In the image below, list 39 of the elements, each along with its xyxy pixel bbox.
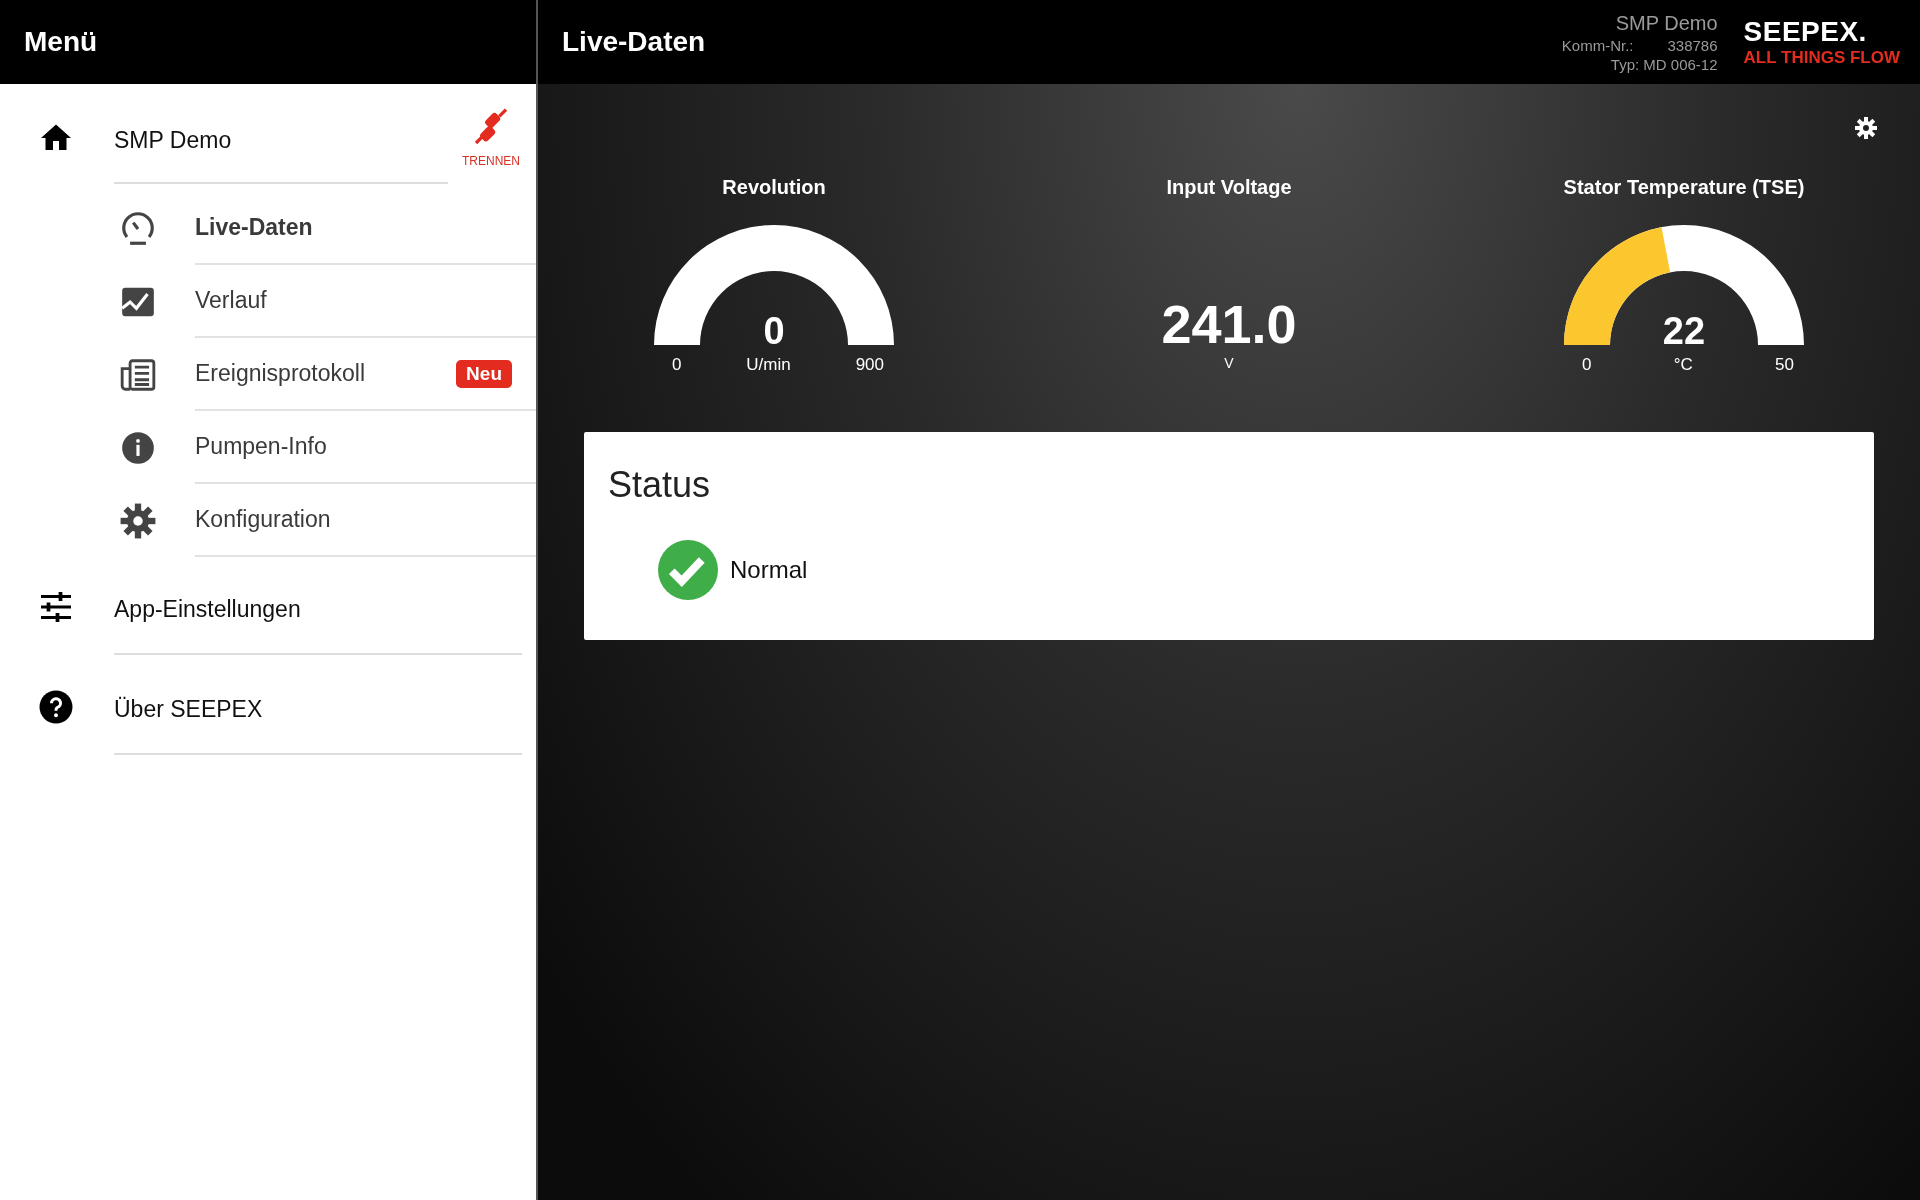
menu-item[interactable]: Live-Daten: [0, 192, 536, 265]
page-title: Live-Daten: [562, 26, 707, 58]
speedometer-icon: [119, 209, 157, 248]
gauge-min: 0: [1582, 355, 1592, 375]
gauge-title: Stator Temperature (TSE): [1563, 176, 1805, 199]
menu-item[interactable]: Verlauf: [0, 265, 536, 338]
device-name: SMP Demo: [1615, 11, 1718, 35]
reading-unit: V: [1224, 355, 1234, 371]
menu-item[interactable]: Konfiguration: [0, 484, 536, 557]
sliders-icon: [38, 589, 74, 625]
menu-item[interactable]: App-Einstellungen: [0, 557, 536, 657]
new-badge: Neu: [456, 359, 512, 388]
tagline: ALL THINGS FLOW: [1743, 48, 1900, 68]
gauge-min: 0: [672, 355, 682, 375]
help-icon: [38, 689, 74, 725]
gauge-title: Input Voltage: [1166, 176, 1292, 199]
gauge-value: 0: [762, 310, 786, 353]
gauge-unit: °C: [1673, 355, 1693, 375]
type-label: Typ: MD 006-12: [1610, 55, 1718, 73]
komm-label: Komm-Nr.:: [1561, 36, 1634, 54]
gauge-value: 22: [1661, 310, 1707, 353]
menu-item[interactable]: Ereignisprotokoll Neu: [0, 338, 536, 411]
logo: SEEPEX.: [1743, 16, 1868, 48]
reading-value: 241.0: [1161, 293, 1297, 355]
disconnect-button[interactable]: TRENNEN: [448, 108, 520, 168]
gauge-max: 50: [1775, 355, 1794, 375]
settings-icon[interactable]: [1854, 116, 1878, 140]
menu-item[interactable]: Pumpen-Info: [0, 411, 536, 484]
gauge-max: 900: [855, 355, 884, 375]
menu-title: Menü: [24, 26, 98, 58]
gauge-title: Revolution: [722, 176, 826, 199]
gauge-unit: U/min: [746, 355, 791, 375]
menu-item[interactable]: Über SEEPEX: [0, 657, 536, 757]
check-icon: [658, 540, 718, 600]
device-name[interactable]: SMP Demo: [114, 102, 448, 184]
settings-icon: [119, 501, 157, 540]
status-label: Normal: [730, 556, 808, 584]
status-title: Status: [608, 464, 712, 506]
komm-number: 338786: [1667, 36, 1718, 54]
